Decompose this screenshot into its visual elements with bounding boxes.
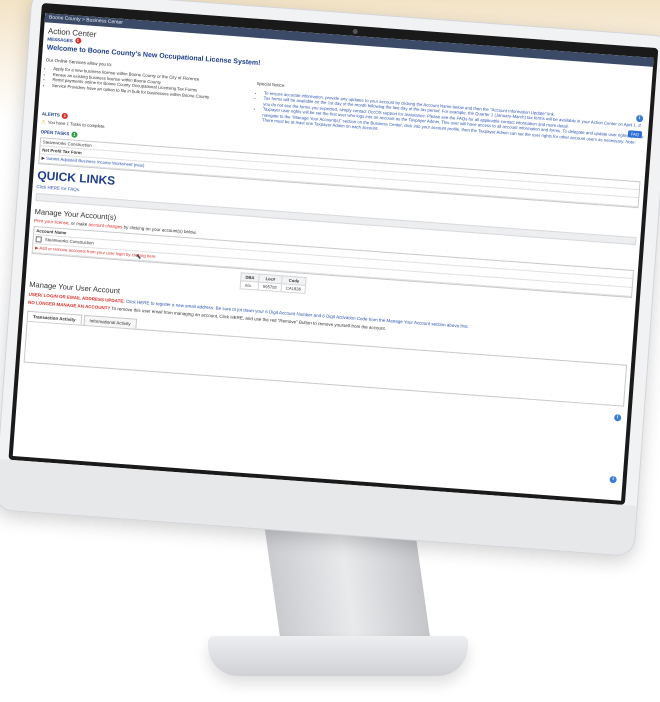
print-license-link[interactable]: Print your license [34, 217, 69, 225]
messages-label: MESSAGES [47, 35, 74, 43]
account-changes-link[interactable]: account changes [88, 221, 122, 228]
scene: Boone County > Business Center Action Ce… [0, 0, 660, 702]
alerts-message: You have 1 Tasks to complete. [47, 119, 106, 129]
warning-icon: ⚠ [41, 118, 46, 126]
info-icon[interactable]: i [613, 413, 622, 422]
or-make-text: , or make [68, 219, 88, 227]
alerts-label: ALERTS [41, 111, 61, 118]
faq-button[interactable]: FAQ [627, 130, 643, 139]
monitor-stand-base [208, 636, 468, 676]
open-tasks-label: OPEN TASKS [40, 129, 70, 137]
messages-count-badge: 1 [74, 37, 82, 44]
account-details-table: DBA Loc# Code n/a 595792 CA1836 [240, 272, 307, 294]
loc-value: 595792 [258, 281, 282, 292]
account-checkbox[interactable] [35, 235, 42, 243]
breadcrumb-separator: > [81, 16, 86, 24]
screen: Boone County > Business Center Action Ce… [12, 13, 654, 501]
alerts-count-badge: 1 [61, 112, 69, 119]
monitor-bezel: Boone County > Business Center Action Ce… [8, 2, 659, 505]
action-center-section: Action Center MESSAGES 1 Welcome to Boon… [20, 22, 653, 484]
dba-value: n/a [240, 280, 259, 290]
camera-icon [352, 28, 358, 35]
info-icon[interactable]: i [609, 475, 617, 484]
account-name[interactable]: Steamworks Construction [45, 236, 94, 245]
mouse-cursor-icon: ⬉ [135, 253, 142, 261]
breadcrumb-current: Business Center [86, 17, 124, 26]
monitor: Boone County > Business Center Action Ce… [0, 0, 660, 557]
open-tasks-count-badge: 1 [71, 130, 78, 138]
code-value: CA1836 [281, 283, 306, 294]
breadcrumb-home[interactable]: Boone County [49, 15, 81, 23]
